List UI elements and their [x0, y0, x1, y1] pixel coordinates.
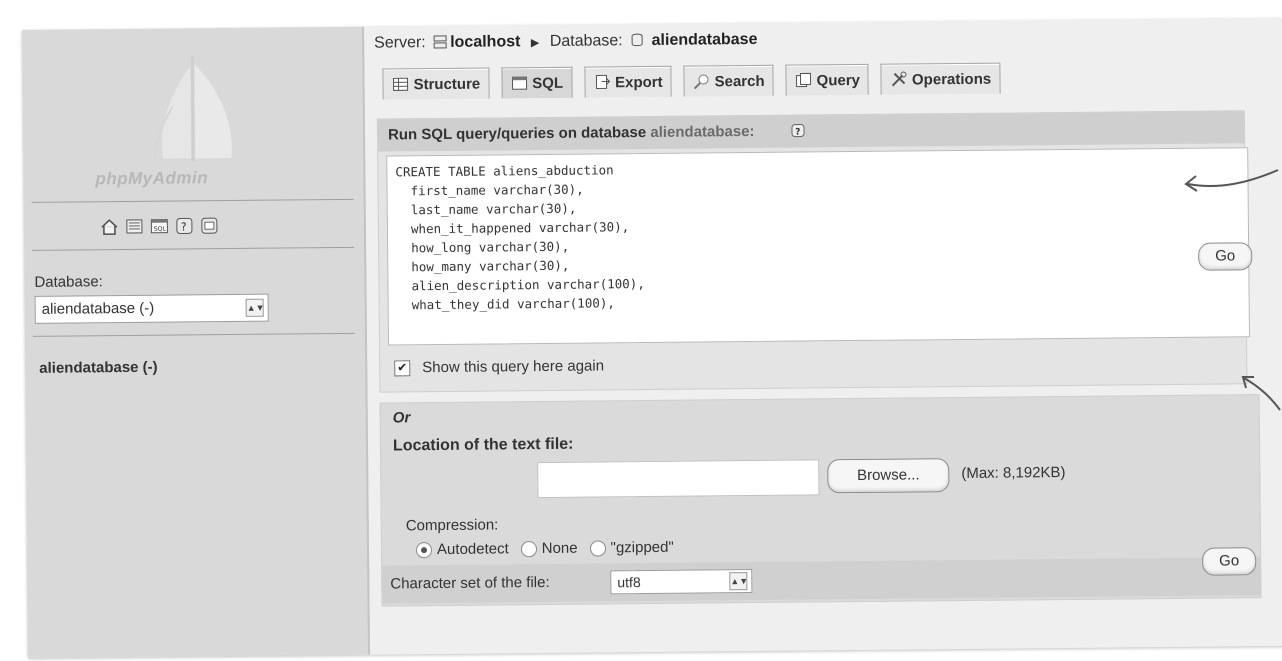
query-icon — [796, 72, 812, 88]
tab-label: Operations — [911, 70, 992, 88]
tab-label: Query — [816, 71, 861, 89]
help-icon[interactable]: ? — [175, 216, 194, 235]
left-navigation: phpMyAdmin SQL ? Database: aliendatabase… — [22, 26, 371, 658]
compression-none-radio[interactable]: None — [520, 539, 578, 558]
sql-heading-text: Run SQL query/queries on database — [387, 124, 647, 144]
database-link[interactable]: aliendatabase (-) — [39, 359, 158, 377]
import-go-button[interactable]: Go — [1202, 547, 1257, 576]
radio-label: Autodetect — [436, 540, 509, 559]
sailboat-logo-icon — [153, 56, 232, 162]
search-icon — [693, 74, 709, 90]
sql-icon — [511, 76, 527, 90]
annotation-arrow-icon — [1241, 376, 1281, 411]
database-select[interactable]: aliendatabase (-) ▲▼ — [34, 293, 269, 324]
query-window-icon[interactable] — [125, 217, 144, 236]
tab-structure[interactable]: Structure — [382, 67, 490, 100]
compression-label: Compression: — [405, 516, 499, 535]
phpmyadmin-logo[interactable]: phpMyAdmin — [72, 45, 313, 197]
go-button[interactable]: Go — [1198, 242, 1253, 271]
radio-label: "gzipped" — [610, 538, 674, 557]
breadcrumb-separator-icon: ▶ — [530, 37, 540, 50]
sql-query-panel: Run SQL query/queries on database aliend… — [376, 110, 1251, 393]
radio-button-icon[interactable] — [520, 540, 537, 557]
or-label: Or — [392, 409, 411, 427]
divider — [32, 246, 355, 251]
max-size-note: (Max: 8,192KB) — [961, 464, 1066, 483]
server-icon — [433, 35, 447, 49]
tab-label: Export — [614, 73, 663, 91]
tab-export[interactable]: Export — [583, 65, 672, 98]
operations-icon — [892, 71, 907, 87]
radio-label: None — [541, 539, 578, 558]
tab-search[interactable]: Search — [683, 64, 774, 97]
browse-button[interactable]: Browse... — [827, 458, 950, 494]
chevron-down-icon[interactable]: ▲▼ — [245, 298, 265, 317]
file-import-panel: Or Location of the text file: Browse... … — [379, 394, 1262, 607]
tab-operations[interactable]: Operations — [880, 62, 1001, 95]
tab-bar: Structure SQL Export Search Query Operat… — [382, 62, 1001, 100]
svg-text:?: ? — [181, 220, 187, 233]
tab-label: Structure — [413, 75, 481, 93]
logo-text: phpMyAdmin — [95, 168, 209, 189]
divider — [32, 332, 355, 337]
compression-autodetect-radio[interactable]: Autodetect — [415, 540, 509, 559]
file-path-input[interactable] — [537, 459, 820, 499]
charset-row: Character set of the file: utf8 ▲▼ — [382, 557, 1261, 604]
home-icon[interactable] — [100, 217, 119, 236]
quick-links: SQL ? — [100, 216, 219, 236]
server-link[interactable]: localhost — [450, 33, 520, 51]
radio-button-icon[interactable] — [415, 541, 433, 558]
tab-query[interactable]: Query — [785, 63, 870, 96]
charset-label: Character set of the file: — [390, 573, 550, 593]
sql-icon[interactable]: SQL — [150, 217, 169, 236]
breadcrumb: Server: localhost ▶ Database: aliendatab… — [374, 31, 757, 53]
show-query-again-option[interactable]: ✔ Show this query here again — [394, 357, 604, 376]
compression-gzipped-radio[interactable]: "gzipped" — [589, 538, 674, 557]
tab-sql[interactable]: SQL — [501, 66, 573, 99]
charset-select[interactable]: utf8 ▲▼ — [610, 569, 753, 595]
show-query-again-checkbox[interactable]: ✔ — [394, 359, 411, 376]
phpmyadmin-window: phpMyAdmin SQL ? Database: aliendatabase… — [22, 17, 1282, 658]
location-label: Location of the text file: — [392, 435, 574, 455]
annotation-arrow-icon — [1184, 169, 1279, 192]
database-link[interactable]: aliendatabase — [652, 31, 758, 49]
database-label: Database: — [549, 32, 623, 50]
database-icon — [631, 33, 643, 47]
server-label: Server: — [374, 34, 426, 52]
sql-panel-heading: Run SQL query/queries on database aliend… — [377, 111, 1245, 152]
tab-label: Search — [714, 72, 765, 90]
svg-text:SQL: SQL — [154, 226, 167, 233]
radio-button-icon[interactable] — [589, 539, 606, 557]
main-content: Server: localhost ▶ Database: aliendatab… — [364, 18, 1282, 655]
database-label: Database: — [34, 273, 103, 291]
database-select-value: aliendatabase (-) — [41, 299, 155, 318]
docs-icon[interactable] — [200, 216, 219, 235]
tab-label: SQL — [532, 74, 564, 92]
show-query-again-label: Show this query here again — [422, 357, 605, 377]
svg-text:?: ? — [795, 128, 800, 138]
compression-options: Autodetect None "gzipped" — [415, 538, 674, 559]
charset-select-value: utf8 — [617, 574, 641, 591]
sql-query-textarea[interactable]: CREATE TABLE aliens_abduction first_name… — [386, 147, 1251, 346]
export-icon — [595, 74, 610, 89]
documentation-icon[interactable]: ? — [791, 123, 805, 138]
structure-icon — [392, 77, 409, 91]
divider — [31, 198, 354, 203]
sql-heading-database: aliendatabase: — [650, 122, 755, 141]
chevron-down-icon[interactable]: ▲▼ — [729, 572, 748, 591]
